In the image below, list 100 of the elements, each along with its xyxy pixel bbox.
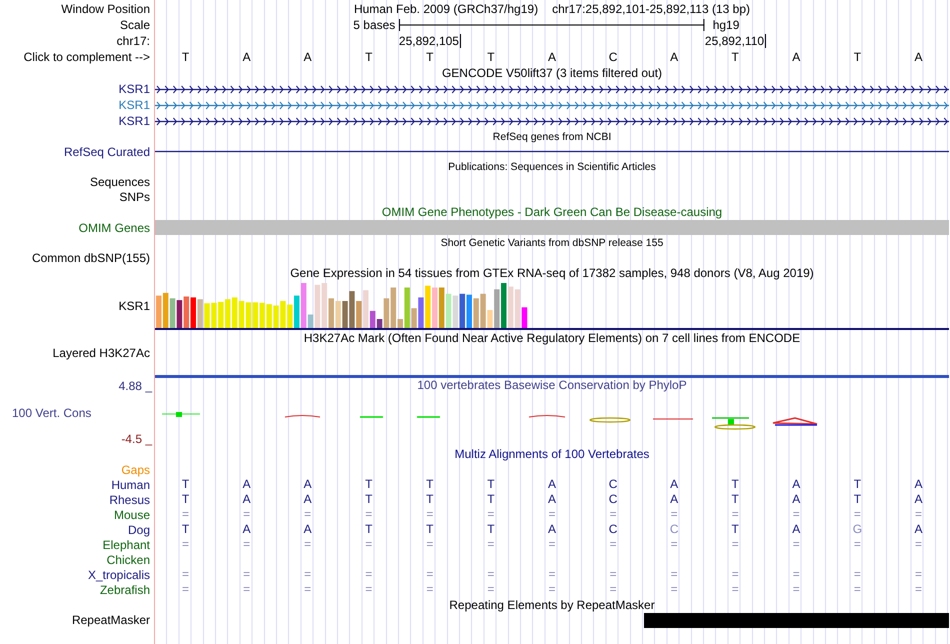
track-label[interactable]: KSR1 bbox=[118, 114, 150, 128]
aligned-base: A bbox=[242, 478, 251, 491]
aligned-base: = bbox=[304, 508, 312, 521]
aligned-base: = bbox=[304, 583, 312, 596]
aligned-base: = bbox=[610, 583, 617, 596]
track-label[interactable]: chr17: bbox=[116, 34, 150, 48]
track-label[interactable]: KSR1 bbox=[118, 98, 150, 112]
aligned-base: G bbox=[852, 523, 862, 536]
base-letter[interactable]: T bbox=[487, 50, 495, 64]
track-title: 100 vertebrates Basewise Conservation by PhyloP bbox=[416, 378, 688, 392]
aligned-base: = bbox=[914, 508, 922, 521]
aligned-base: C bbox=[670, 523, 678, 536]
aligned-base: C bbox=[608, 478, 618, 491]
axis-min-label: -4.5 _ bbox=[121, 432, 154, 446]
base-letter[interactable]: T bbox=[732, 50, 739, 64]
track-label[interactable]: Human bbox=[111, 478, 150, 492]
track-label[interactable]: SNPs bbox=[119, 190, 150, 204]
base-letter[interactable]: A bbox=[242, 50, 251, 64]
track-label[interactable]: Scale bbox=[120, 18, 150, 32]
track-label[interactable]: Zebrafish bbox=[100, 582, 150, 596]
aligned-base: A bbox=[304, 478, 312, 491]
aligned-base: = bbox=[792, 583, 800, 596]
aligned-base: A bbox=[548, 523, 556, 536]
track-label[interactable]: Window Position bbox=[61, 2, 150, 16]
assembly-title: Human Feb. 2009 (GRCh37/hg19) bbox=[354, 2, 538, 16]
aligned-base: = bbox=[670, 538, 678, 551]
aligned-base: = bbox=[610, 538, 617, 551]
aligned-base: = bbox=[426, 508, 434, 521]
aligned-base: = bbox=[182, 583, 190, 596]
aligned-base: T bbox=[854, 478, 862, 491]
track-label[interactable]: KSR1 bbox=[118, 82, 150, 96]
aligned-base: T bbox=[487, 478, 495, 491]
aligned-base: = bbox=[732, 508, 739, 521]
track-title: Gene Expression in 54 tissues from GTEx RNA-seq of 17382 samples, 948 donors (V8, Aug 2019) bbox=[289, 266, 815, 280]
track-label[interactable]: Chicken bbox=[106, 552, 150, 566]
axis-max-label: 4.88 _ bbox=[118, 379, 154, 393]
aligned-base: A bbox=[304, 493, 312, 506]
aligned-base: = bbox=[243, 583, 250, 596]
aligned-base: T bbox=[487, 523, 495, 536]
base-letter[interactable]: C bbox=[608, 50, 618, 64]
track-label[interactable]: RefSeq Curated bbox=[64, 144, 150, 158]
track-label[interactable]: Elephant bbox=[102, 538, 150, 552]
base-letter[interactable]: A bbox=[792, 50, 800, 64]
base-letter[interactable]: A bbox=[914, 50, 922, 64]
aligned-base: = bbox=[854, 583, 861, 596]
base-letter[interactable]: T bbox=[365, 50, 372, 64]
track-label[interactable]: KSR1 bbox=[118, 298, 150, 312]
track-label[interactable]: Rhesus bbox=[109, 492, 150, 506]
aligned-base: = bbox=[854, 508, 861, 521]
aligned-base: A bbox=[914, 493, 922, 506]
aligned-base: = bbox=[610, 568, 617, 581]
repeat-element-bar[interactable] bbox=[644, 613, 949, 628]
aligned-base: = bbox=[670, 583, 678, 596]
scale-text: 5 bases bbox=[353, 18, 396, 32]
aligned-base: C bbox=[608, 493, 618, 506]
aligned-base: T bbox=[426, 523, 434, 536]
aligned-base: A bbox=[670, 478, 678, 491]
base-letter[interactable]: A bbox=[670, 50, 678, 64]
aligned-base: = bbox=[548, 508, 556, 521]
aligned-base: A bbox=[914, 478, 922, 491]
base-letter[interactable]: T bbox=[854, 50, 862, 64]
track-label[interactable]: 100 Vert. Cons bbox=[0, 406, 92, 420]
aligned-base: T bbox=[426, 478, 434, 491]
aligned-base: A bbox=[548, 493, 556, 506]
aligned-base: = bbox=[243, 568, 250, 581]
aligned-base: = bbox=[182, 508, 190, 521]
omim-gene-bar[interactable] bbox=[155, 220, 949, 235]
track-label[interactable]: OMIM Genes bbox=[78, 220, 150, 234]
track-title: Repeating Elements by RepeatMasker bbox=[448, 598, 656, 612]
track-label[interactable]: Common dbSNP(155) bbox=[32, 250, 150, 264]
aligned-base: = bbox=[487, 538, 494, 551]
aligned-base: A bbox=[242, 493, 251, 506]
base-letter[interactable]: A bbox=[548, 50, 556, 64]
base-letter[interactable]: T bbox=[182, 50, 190, 64]
aligned-base: = bbox=[365, 508, 372, 521]
aligned-base: C bbox=[608, 523, 618, 536]
track-label[interactable]: RepeatMasker bbox=[72, 613, 150, 627]
aligned-base: = bbox=[182, 538, 190, 551]
aligned-base: = bbox=[426, 583, 434, 596]
aligned-base: = bbox=[670, 508, 678, 521]
track-label[interactable]: X_tropicalis bbox=[88, 568, 150, 582]
aligned-base: A bbox=[914, 523, 922, 536]
track-label[interactable]: Mouse bbox=[114, 508, 150, 522]
aligned-base: A bbox=[670, 493, 678, 506]
base-letter[interactable]: T bbox=[426, 50, 434, 64]
aligned-base: = bbox=[304, 538, 312, 551]
aligned-base: A bbox=[304, 523, 312, 536]
track-label[interactable]: Sequences bbox=[90, 174, 150, 188]
track-label[interactable]: Dog bbox=[128, 522, 150, 536]
aligned-base: T bbox=[365, 478, 372, 491]
aligned-base: = bbox=[365, 568, 372, 581]
track-label[interactable]: Click to complement --> bbox=[24, 50, 150, 64]
aligned-base: = bbox=[792, 508, 800, 521]
aligned-base: = bbox=[548, 583, 556, 596]
track-label[interactable]: Layered H3K27Ac bbox=[52, 346, 150, 360]
base-letter[interactable]: A bbox=[304, 50, 312, 64]
aligned-base: = bbox=[610, 508, 617, 521]
aligned-base: = bbox=[426, 538, 434, 551]
aligned-base: T bbox=[182, 523, 190, 536]
aligned-base: T bbox=[487, 493, 495, 506]
